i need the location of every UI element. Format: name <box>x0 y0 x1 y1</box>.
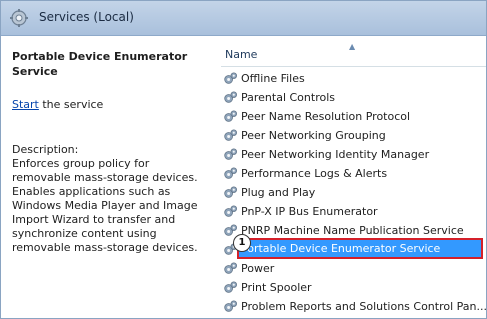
service-row[interactable]: Plug and Play <box>221 183 486 202</box>
service-gear-icon <box>223 299 238 314</box>
service-row[interactable]: Peer Name Resolution Protocol <box>221 107 486 126</box>
service-gear-icon <box>223 128 238 143</box>
service-name: Portable Device Enumerator Service <box>237 238 483 259</box>
service-gear-icon <box>223 185 238 200</box>
header-title: Services (Local) <box>39 10 134 24</box>
service-row[interactable]: Performance Logs & Alerts <box>221 164 486 183</box>
service-gear-icon <box>223 109 238 124</box>
step-marker-badge: 1 <box>233 234 251 252</box>
sort-ascending-icon: ▲ <box>349 42 356 51</box>
service-row[interactable]: Offline Files <box>221 69 486 88</box>
service-row[interactable]: Print Spooler <box>221 278 486 297</box>
service-row[interactable]: Peer Networking Grouping <box>221 126 486 145</box>
service-gear-icon <box>223 280 238 295</box>
services-rows: Offline Files Parental Controls Peer Name … <box>221 69 486 316</box>
service-row-selected[interactable]: Portable Device Enumerator Service 1 <box>221 234 486 259</box>
start-service-link[interactable]: Start <box>12 98 39 111</box>
header-bar: Services (Local) <box>1 1 486 36</box>
service-name: PnP-X IP Bus Enumerator <box>241 205 378 218</box>
description-label: Description: <box>12 143 79 156</box>
services-gear-icon <box>10 9 28 27</box>
service-row[interactable]: Peer Networking Identity Manager <box>221 145 486 164</box>
service-name: Power <box>241 262 275 275</box>
service-gear-icon <box>223 147 238 162</box>
service-row[interactable]: PNRP Machine Name Publication Service <box>221 221 486 240</box>
service-title: Portable Device Enumerator Service <box>12 50 188 78</box>
name-column-header[interactable]: ▲ Name <box>221 42 486 67</box>
service-row[interactable]: Power <box>221 259 486 278</box>
service-gear-icon <box>223 71 238 86</box>
service-row[interactable]: Parental Controls <box>221 88 486 107</box>
service-name: PNRP Machine Name Publication Service <box>241 224 464 237</box>
service-name: Performance Logs & Alerts <box>241 167 388 180</box>
start-service-line: Start the service <box>12 98 103 112</box>
service-gear-icon <box>223 204 238 219</box>
service-name: Problem Reports and Solutions Control Pa… <box>241 300 487 313</box>
service-name: Peer Name Resolution Protocol <box>241 110 411 123</box>
service-row[interactable]: PnP-X IP Bus Enumerator <box>221 202 486 221</box>
description-text: Enforces group policy for removable mass… <box>12 157 198 254</box>
service-gear-icon <box>223 90 238 105</box>
start-suffix-text: the service <box>38 98 104 111</box>
service-name: Peer Networking Identity Manager <box>241 148 430 161</box>
service-gear-icon <box>223 166 238 181</box>
service-name: Print Spooler <box>241 281 312 294</box>
description-pane: Portable Device Enumerator Service Start… <box>1 36 215 318</box>
name-column-label: Name <box>225 48 258 61</box>
services-list-pane: ▲ Name Offline Files Parental Controls Pee… <box>215 36 486 318</box>
service-name: Peer Networking Grouping <box>241 129 386 142</box>
service-name: Offline Files <box>241 72 305 85</box>
service-gear-icon <box>223 261 238 276</box>
service-row[interactable]: Problem Reports and Solutions Control Pa… <box>221 297 486 316</box>
service-name: Parental Controls <box>241 91 335 104</box>
service-name: Plug and Play <box>241 186 316 199</box>
services-window: Services (Local) Portable Device Enumera… <box>0 0 487 319</box>
